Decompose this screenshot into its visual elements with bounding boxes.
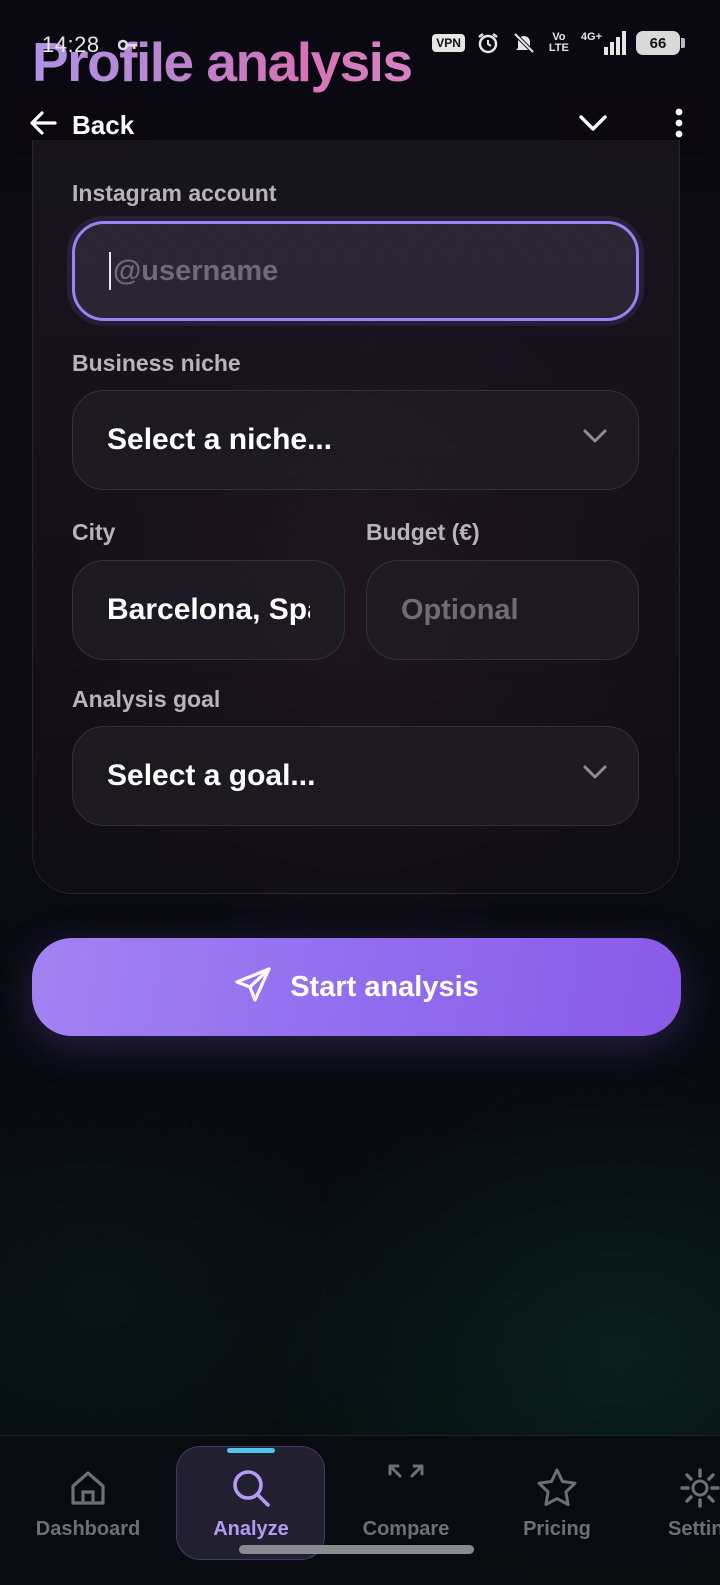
more-vertical-icon (675, 108, 683, 143)
goal-label: Analysis goal (72, 686, 221, 712)
status-time: 14:28 (42, 32, 100, 57)
goal-select[interactable]: Select a goal... (72, 726, 639, 826)
budget-placeholder: Optional (401, 593, 519, 626)
nav-label-settings: Settings (668, 1518, 720, 1540)
nav-label-compare: Compare (362, 1518, 450, 1540)
start-analysis-button[interactable]: Start analysis (32, 938, 681, 1036)
star-icon (535, 1466, 579, 1510)
home-indicator (239, 1545, 474, 1554)
battery-indicator: 66 (636, 31, 685, 55)
instagram-label: Instagram account (72, 180, 277, 206)
nav-item-analyze[interactable]: Analyze (176, 1436, 326, 1585)
key-icon (117, 36, 138, 57)
nav-item-compare[interactable]: Compare (331, 1436, 481, 1585)
instagram-username-input[interactable]: @username (72, 221, 639, 321)
nav-item-dashboard[interactable]: Dashboard (13, 1436, 163, 1585)
instagram-placeholder: @username (113, 254, 279, 287)
niche-select[interactable]: Select a niche... (72, 390, 639, 490)
niche-value: Select a niche... (107, 423, 333, 456)
search-icon (229, 1466, 273, 1510)
text-caret (109, 252, 111, 290)
nav-label-pricing: Pricing (523, 1518, 591, 1540)
bottom-navigation: Dashboard Analyze Compare Pricing Settin… (0, 1435, 720, 1585)
nav-item-settings[interactable]: Settings (640, 1436, 720, 1585)
budget-input[interactable]: Optional (366, 560, 639, 660)
chevron-down-icon (582, 763, 608, 786)
chevron-down-icon (578, 113, 608, 138)
status-bar: 14:28 VPN Vo LTE 4G+ 66 (0, 28, 720, 64)
goal-value: Select a goal... (107, 759, 316, 792)
gear-icon (678, 1466, 720, 1510)
home-icon (66, 1466, 110, 1510)
volte-indicator: Vo LTE (548, 31, 569, 54)
city-input[interactable]: Barcelona, Spa (72, 560, 345, 660)
status-icons: VPN Vo LTE 4G+ 66 (432, 30, 685, 56)
start-analysis-label: Start analysis (290, 970, 479, 1003)
compare-arrows-icon (384, 1454, 428, 1498)
alarm-icon (475, 30, 501, 56)
signal-icon: 4G+ (581, 31, 626, 55)
chevron-down-icon (582, 427, 608, 450)
vpn-badge: VPN (432, 34, 465, 52)
mute-icon (511, 30, 537, 56)
city-label: City (72, 519, 116, 545)
nav-item-pricing[interactable]: Pricing (482, 1436, 632, 1585)
nav-label-analyze: Analyze (213, 1518, 289, 1540)
city-value: Barcelona, Spa (107, 593, 310, 626)
nav-label-dashboard: Dashboard (35, 1518, 141, 1540)
arrow-left-icon (28, 108, 58, 143)
niche-label: Business niche (72, 350, 241, 376)
send-icon (234, 966, 272, 1009)
back-label: Back (72, 109, 135, 140)
budget-label: Budget (€) (366, 519, 480, 545)
network-type: 4G+ (580, 31, 602, 43)
